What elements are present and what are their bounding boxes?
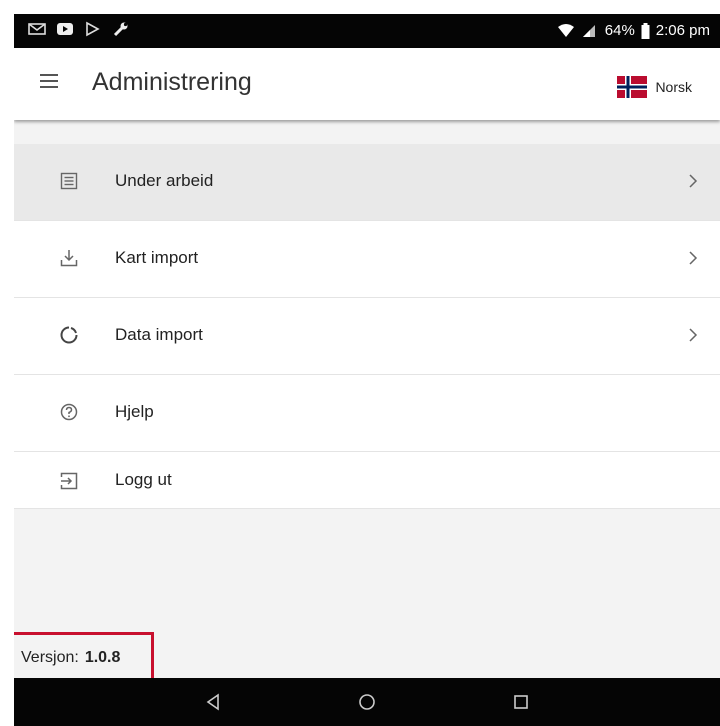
menu-item-logg-ut[interactable]: Logg ut <box>14 452 720 509</box>
status-bar: 64% 2:06 pm <box>14 14 720 48</box>
system-navigation-bar <box>14 678 720 726</box>
menu-item-under-arbeid[interactable]: Under arbeid <box>14 144 720 221</box>
menu-item-label: Hjelp <box>115 402 154 421</box>
download-icon <box>60 250 78 267</box>
menu-item-hjelp[interactable]: Hjelp <box>14 375 720 452</box>
wrench-icon <box>113 22 128 37</box>
notification-icons <box>28 21 130 37</box>
menu-item-label: Kart import <box>115 248 199 267</box>
battery-icon <box>641 22 650 39</box>
signal-icon <box>582 24 595 37</box>
chevron-right-icon <box>689 251 698 265</box>
chevron-right-icon <box>689 174 698 188</box>
version-info: Versjon: 1.0.8 <box>14 638 120 678</box>
hamburger-icon[interactable] <box>40 74 58 88</box>
clock: 2:06 pm <box>655 22 710 39</box>
menu-item-label: Data import <box>115 325 203 344</box>
admin-menu: Under arbeid Kart import Data import Hje… <box>14 144 720 509</box>
language-selector[interactable]: Norsk <box>617 76 692 98</box>
norway-flag-icon <box>617 76 648 98</box>
logout-icon <box>60 472 78 490</box>
chevron-right-icon <box>689 328 698 342</box>
help-icon <box>60 403 78 421</box>
progress-circle-icon <box>60 326 78 344</box>
menu-item-kart-import[interactable]: Kart import <box>14 221 720 298</box>
play-icon <box>86 21 100 37</box>
youtube-icon <box>57 23 73 35</box>
version-number: 1.0.8 <box>84 649 121 666</box>
version-label: Versjon: <box>21 649 79 666</box>
app-bar: Administrering Norsk <box>14 48 720 120</box>
menu-item-label: Logg ut <box>115 470 172 489</box>
home-icon[interactable] <box>358 693 376 711</box>
list-icon <box>60 172 78 190</box>
page-title: Administrering <box>92 68 252 96</box>
system-status: 64% 2:06 pm <box>557 22 710 39</box>
app-screen: 64% 2:06 pm Administrering Norsk Under a… <box>14 14 720 726</box>
language-label: Norsk <box>655 79 692 95</box>
recents-icon[interactable] <box>512 693 530 711</box>
wifi-icon <box>557 23 574 37</box>
menu-item-data-import[interactable]: Data import <box>14 298 720 375</box>
back-icon[interactable] <box>204 693 222 711</box>
mail-icon <box>28 23 46 35</box>
battery-percent: 64% <box>604 22 635 39</box>
menu-item-label: Under arbeid <box>115 171 214 190</box>
